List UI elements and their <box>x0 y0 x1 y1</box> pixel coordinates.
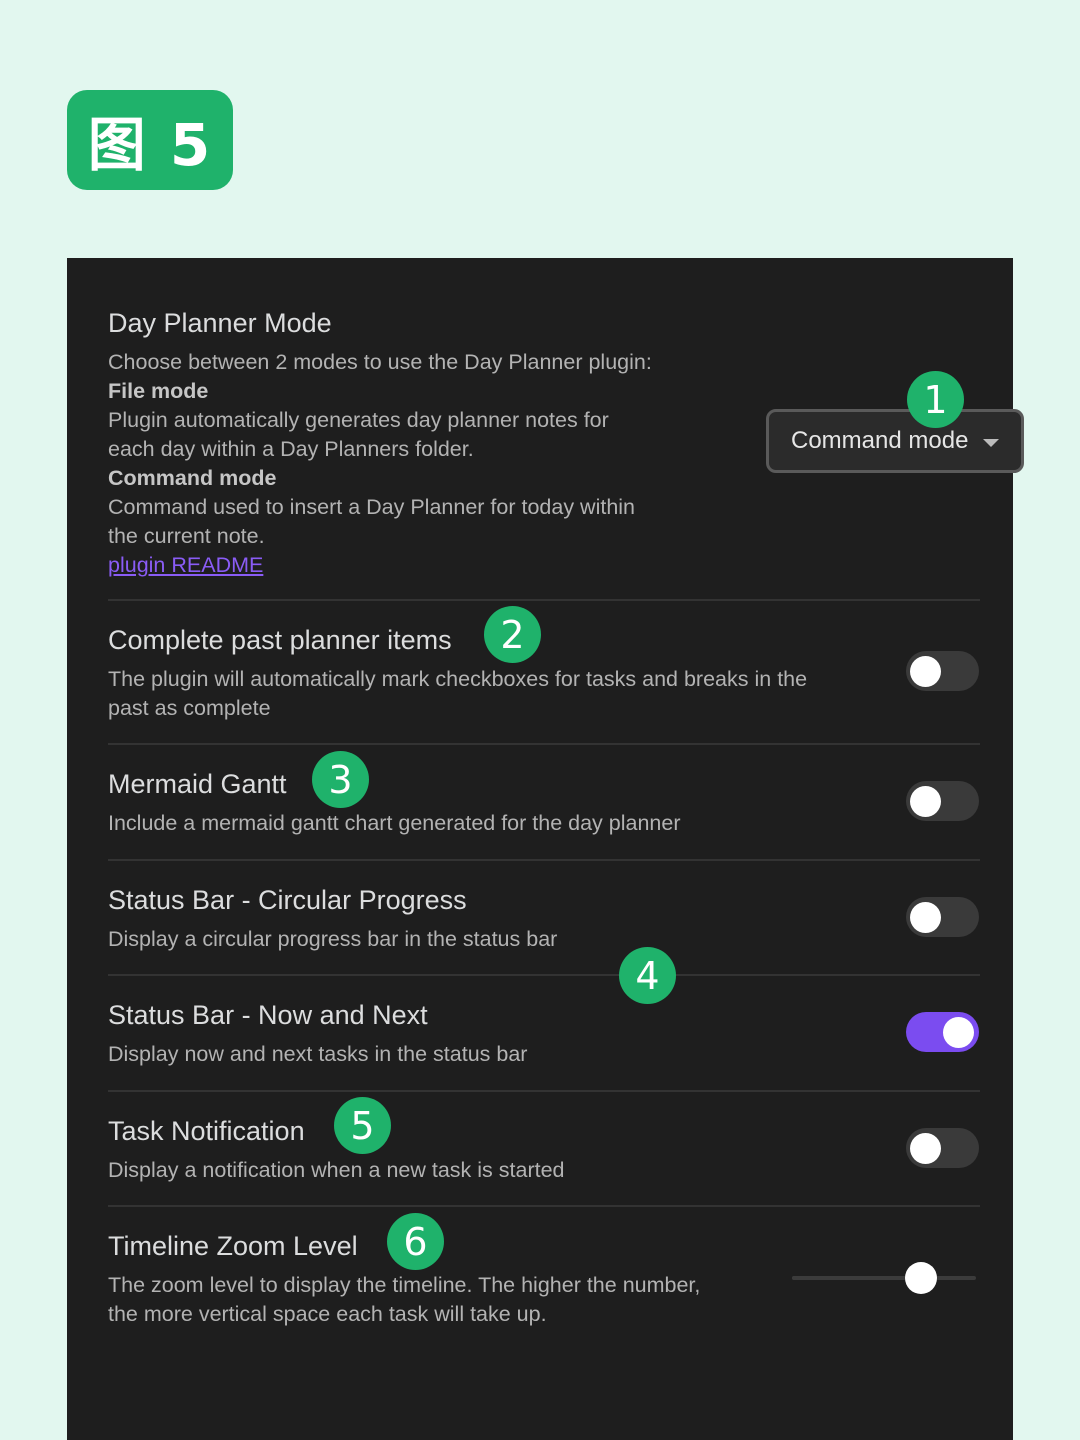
toggle-knob <box>910 656 941 687</box>
status-now-next-toggle[interactable] <box>906 1012 979 1052</box>
slider-thumb[interactable] <box>904 1262 937 1294</box>
description-line: the more vertical space each task will t… <box>108 1302 547 1326</box>
description-line: past as complete <box>108 696 271 720</box>
mermaid-gantt-toggle[interactable] <box>906 781 979 821</box>
slider-fill <box>792 1276 921 1280</box>
setting-day-planner-mode: Day Planner Mode Choose between 2 modes … <box>108 258 1024 598</box>
description-line: The plugin will automatically mark check… <box>108 667 808 691</box>
annotation-badge-5: 5 <box>334 1097 391 1154</box>
setting-mermaid-gantt: Mermaid Gantt Include a mermaid gantt ch… <box>108 745 980 859</box>
zoom-level-slider[interactable] <box>792 1262 976 1294</box>
description-line: Choose between 2 modes to use the Day Pl… <box>108 350 652 374</box>
file-mode-heading: File mode <box>108 379 209 403</box>
figure-label: 图 5 <box>67 90 233 190</box>
mode-dropdown[interactable]: Command mode <box>766 409 1024 473</box>
status-circular-toggle[interactable] <box>906 897 979 937</box>
dropdown-value: Command mode <box>791 427 969 454</box>
description-line: Command used to insert a Day Planner for… <box>108 495 636 519</box>
annotation-badge-4: 4 <box>619 947 676 1004</box>
setting-title: Timeline Zoom Level <box>108 1231 358 1261</box>
toggle-knob <box>910 902 941 933</box>
complete-past-toggle[interactable] <box>906 651 979 691</box>
description-line: each day within a Day Planners folder. <box>108 437 474 461</box>
description-line: The zoom level to display the timeline. … <box>108 1273 701 1297</box>
setting-title: Day Planner Mode <box>108 308 332 338</box>
setting-title: Complete past planner items <box>108 625 452 655</box>
toggle-knob <box>943 1017 974 1048</box>
setting-description: Include a mermaid gantt chart generated … <box>108 811 681 835</box>
setting-description: Display a circular progress bar in the s… <box>108 927 558 951</box>
setting-description: The zoom level to display the timeline. … <box>108 1271 700 1329</box>
command-mode-heading: Command mode <box>108 466 277 490</box>
setting-description: Display a notification when a new task i… <box>108 1158 565 1182</box>
annotation-badge-3: 3 <box>312 751 369 808</box>
setting-status-circular: Status Bar - Circular Progress Display a… <box>108 861 980 974</box>
settings-panel: Day Planner Mode Choose between 2 modes … <box>67 258 1024 1440</box>
toggle-knob <box>910 1133 941 1164</box>
toggle-knob <box>910 786 941 817</box>
setting-title: Mermaid Gantt <box>108 769 287 799</box>
setting-description: The plugin will automatically mark check… <box>108 665 807 723</box>
description-line: the current note. <box>108 524 265 548</box>
annotation-badge-6: 6 <box>387 1213 444 1270</box>
setting-status-now-next: Status Bar - Now and Next Display now an… <box>108 976 980 1090</box>
setting-description: Display now and next tasks in the status… <box>108 1042 528 1066</box>
setting-title: Status Bar - Circular Progress <box>108 885 467 915</box>
setting-title: Status Bar - Now and Next <box>108 1000 428 1030</box>
annotation-badge-2: 2 <box>484 606 541 663</box>
setting-title: Task Notification <box>108 1116 305 1146</box>
setting-task-notification: Task Notification Display a notification… <box>108 1092 980 1205</box>
task-notification-toggle[interactable] <box>906 1128 979 1168</box>
setting-description: Choose between 2 modes to use the Day Pl… <box>108 348 652 580</box>
plugin-readme-link[interactable]: plugin README <box>108 553 263 577</box>
annotation-badge-1: 1 <box>907 371 964 428</box>
description-line: Plugin automatically generates day plann… <box>108 408 609 432</box>
setting-complete-past: Complete past planner items The plugin w… <box>108 601 980 743</box>
chevron-down-icon <box>983 439 999 447</box>
